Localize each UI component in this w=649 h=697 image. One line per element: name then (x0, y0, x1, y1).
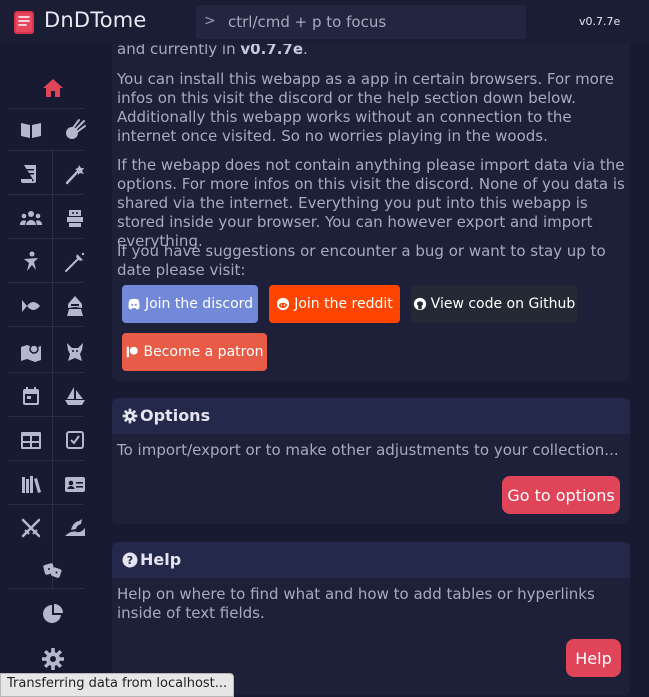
github-button[interactable]: View code on Github (411, 285, 577, 323)
sidebar-divider (52, 149, 53, 589)
options-card-text: To import/export or to make other adjust… (117, 441, 619, 459)
discord-icon (127, 297, 141, 311)
intro-paragraph-install: You can install this webapp as a app in … (117, 70, 614, 145)
id-card-icon[interactable] (63, 472, 87, 496)
intro-card: and currently in v0.7.7e. You can instal… (112, 0, 630, 381)
intro-paragraph-import: If the webapp does not contain anything … (117, 156, 625, 250)
reddit-button-label: Join the reddit (294, 296, 393, 312)
reddit-icon (276, 297, 290, 311)
meteor-icon[interactable] (63, 118, 87, 142)
monster-icon[interactable] (63, 206, 87, 230)
dice-icon[interactable] (41, 558, 65, 582)
table-icon[interactable] (19, 428, 43, 452)
home-icon[interactable] (41, 76, 65, 100)
version-label: v0.7.7e (579, 15, 621, 28)
swords-icon[interactable] (19, 516, 43, 540)
svg-text:?: ? (127, 554, 133, 567)
class-icon[interactable] (19, 250, 43, 274)
wand-icon[interactable] (63, 162, 87, 186)
checklist-icon[interactable] (63, 428, 87, 452)
search-box[interactable]: > (196, 5, 526, 39)
help-button[interactable]: Help (566, 639, 621, 677)
go-to-options-button[interactable]: Go to options (502, 476, 620, 514)
github-icon (413, 297, 427, 311)
browser-status-bar: Transferring data from localhost... (0, 673, 235, 697)
help-card-header: ? Help (112, 542, 630, 578)
help-card-text: Help on where to find what and how to ad… (117, 585, 595, 622)
intro-paragraph-contact: If you have suggestions or encounter a b… (117, 242, 606, 279)
dragon-icon[interactable] (63, 516, 87, 540)
fish-icon[interactable] (19, 294, 43, 318)
main-content: and currently in v0.7.7e. You can instal… (112, 0, 630, 695)
options-card: Options To import/export or to make othe… (112, 398, 630, 524)
search-input[interactable] (228, 9, 518, 35)
group-icon[interactable] (19, 206, 43, 230)
app-logo-book-icon[interactable] (10, 8, 38, 36)
patron-button-label: Become a patron (143, 344, 264, 360)
options-card-title: Options (140, 406, 211, 425)
chart-icon[interactable] (41, 602, 65, 626)
question-circle-icon: ? (122, 552, 138, 568)
sidebar (0, 44, 110, 695)
discord-button-label: Join the discord (144, 296, 254, 312)
top-bar: DnDTome > v0.7.7e (0, 0, 649, 44)
demon-icon[interactable] (63, 340, 87, 364)
boat-icon[interactable] (63, 384, 87, 408)
feat-icon[interactable] (63, 250, 87, 274)
assassin-icon[interactable] (63, 294, 87, 318)
github-button-label: View code on Github (430, 296, 576, 312)
reddit-button[interactable]: Join the reddit (269, 285, 400, 323)
settings-icon[interactable] (41, 647, 65, 671)
patreon-icon (125, 345, 139, 359)
search-prompt: > (204, 13, 216, 29)
help-card-title: Help (140, 550, 182, 569)
bookshelf-icon[interactable] (19, 472, 43, 496)
patron-button[interactable]: Become a patron (122, 333, 267, 371)
gear-icon (122, 408, 138, 424)
options-card-header: Options (112, 398, 630, 434)
discord-button[interactable]: Join the discord (122, 285, 258, 323)
app-title[interactable]: DnDTome (44, 8, 147, 32)
scroll-icon[interactable] (19, 162, 43, 186)
map-icon[interactable] (19, 340, 43, 364)
calendar-icon[interactable] (19, 384, 43, 408)
book-icon[interactable] (19, 118, 43, 142)
